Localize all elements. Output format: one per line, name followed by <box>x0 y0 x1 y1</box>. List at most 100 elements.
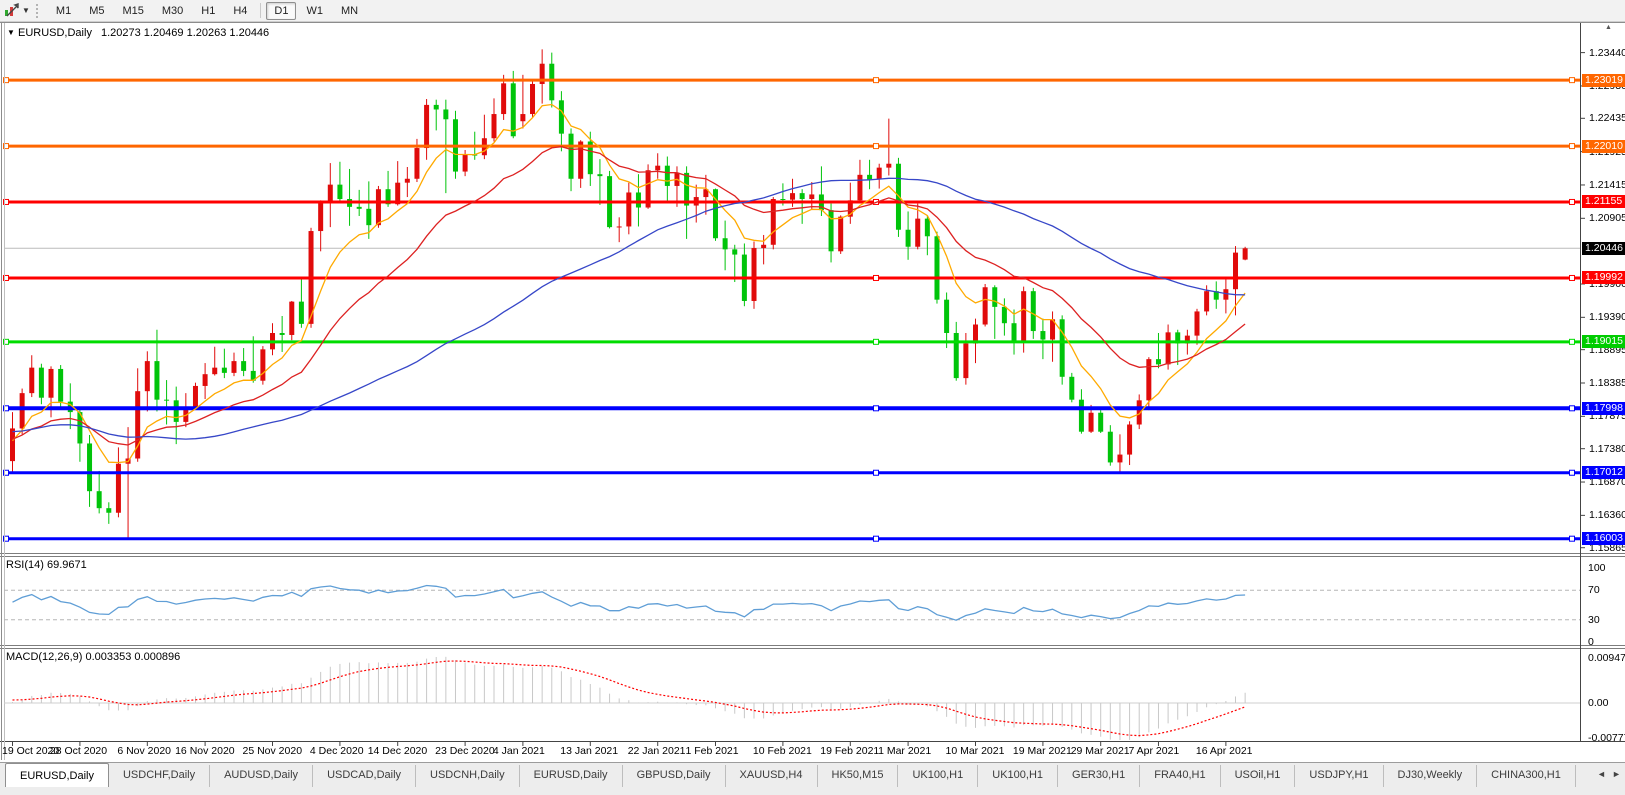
chart-tab-13[interactable]: USOil,H1 <box>1221 765 1296 787</box>
chart-tab-2[interactable]: AUDUSD,Daily <box>210 765 314 787</box>
candle-body <box>1204 291 1210 312</box>
timeframe-buttons: M1 M5 M15 M30 H1 H4 D1 W1 MN <box>47 1 367 20</box>
candle-body <box>934 236 940 300</box>
line-handle[interactable] <box>873 77 879 84</box>
candle-body <box>799 193 805 200</box>
line-handle[interactable] <box>1569 198 1575 205</box>
chart-tab-3[interactable]: USDCAD,Daily <box>313 765 417 787</box>
chart-tab-5[interactable]: EURUSD,Daily <box>520 765 623 787</box>
line-handle[interactable] <box>873 469 879 476</box>
timeframe-button-h4[interactable]: H4 <box>225 2 255 20</box>
candle-body <box>1233 252 1239 290</box>
line-handle[interactable] <box>873 338 879 345</box>
timeframe-button-m15[interactable]: M15 <box>114 2 151 20</box>
candle-body <box>1078 399 1084 432</box>
candle-body <box>1155 359 1161 365</box>
chart-cursor-icon[interactable] <box>3 2 21 19</box>
line-handle[interactable] <box>1569 535 1575 542</box>
chart-tab-4[interactable]: USDCNH,Daily <box>416 765 520 787</box>
candle-body <box>1040 331 1046 340</box>
candle-body <box>924 218 930 237</box>
line-handle[interactable] <box>873 274 879 281</box>
candle-body <box>770 199 776 245</box>
chart-tab-8[interactable]: HK50,M15 <box>818 765 899 787</box>
chart-tab-12[interactable]: FRA40,H1 <box>1140 765 1221 787</box>
chart-canvas <box>0 22 1625 760</box>
timeframe-button-m30[interactable]: M30 <box>154 2 191 20</box>
candle-body <box>1194 311 1200 336</box>
toolbar-separator <box>260 3 262 18</box>
candle-body <box>857 174 863 201</box>
candle-body <box>549 63 555 101</box>
tabs-scroll-right-icon[interactable]: ► <box>1612 769 1621 779</box>
candle-body <box>761 244 767 249</box>
line-handle[interactable] <box>1569 405 1575 412</box>
candle-body <box>616 226 622 228</box>
candle-body <box>462 154 468 172</box>
candle-body <box>356 206 362 209</box>
chart-tab-10[interactable]: UK100,H1 <box>978 765 1059 787</box>
chart-tab-16[interactable]: CHINA300,H1 <box>1477 765 1576 787</box>
candle-body <box>414 148 420 179</box>
candle-body <box>260 349 266 381</box>
line-handle[interactable] <box>873 143 879 150</box>
candle-body <box>558 100 564 134</box>
candle-body <box>202 374 208 386</box>
line-handle[interactable] <box>1569 77 1575 84</box>
candle-body <box>443 109 449 120</box>
candle-body <box>192 385 198 408</box>
chart-tab-7[interactable]: XAUUSD,H4 <box>726 765 818 787</box>
candle-body <box>886 163 892 168</box>
chevron-down-icon[interactable]: ▼ <box>22 6 30 15</box>
candle-body <box>953 333 959 379</box>
candle-body <box>144 361 150 392</box>
timeframe-button-h1[interactable]: H1 <box>193 2 223 20</box>
candle-body <box>212 367 218 375</box>
chart-tab-14[interactable]: USDJPY,H1 <box>1295 765 1384 787</box>
candle-body <box>1069 376 1075 400</box>
candle-body <box>664 165 670 186</box>
line-handle[interactable] <box>1569 338 1575 345</box>
candle-body <box>1088 412 1094 432</box>
timeframe-button-mn[interactable]: MN <box>333 2 366 20</box>
chart-tab-17[interactable]: U <box>1576 765 1585 787</box>
candle-body <box>115 463 121 513</box>
candle-body <box>404 178 410 183</box>
line-handle[interactable] <box>873 405 879 412</box>
timeframe-button-d1[interactable]: D1 <box>266 1 297 20</box>
candle-body <box>501 83 507 115</box>
candle-body <box>915 218 921 247</box>
candle-body <box>289 301 295 335</box>
line-handle[interactable] <box>1569 143 1575 150</box>
candle-body <box>1021 291 1027 343</box>
candle-body <box>626 192 632 227</box>
candle-body <box>38 367 44 398</box>
timeframe-toolbar: ▼ M1 M5 M15 M30 H1 H4 D1 W1 MN <box>0 0 1625 22</box>
candle-body <box>58 368 64 402</box>
candle-body <box>838 216 844 252</box>
candle-body <box>530 83 536 115</box>
candle-body <box>963 343 969 379</box>
candle-body <box>241 361 247 371</box>
chart-tab-6[interactable]: GBPUSD,Daily <box>623 765 726 787</box>
chart-tab-11[interactable]: GER30,H1 <box>1058 765 1141 787</box>
candle-body <box>1127 424 1133 455</box>
toolbar-grip[interactable] <box>35 3 41 18</box>
candle-body <box>337 184 343 200</box>
candle-body <box>905 229 911 247</box>
chart-tab-0[interactable]: EURUSD,Daily <box>5 763 109 787</box>
line-handle[interactable] <box>873 535 879 542</box>
chart-tab-9[interactable]: UK100,H1 <box>898 765 979 787</box>
timeframe-button-w1[interactable]: W1 <box>298 2 331 20</box>
line-handle[interactable] <box>1569 274 1575 281</box>
chart-tab-1[interactable]: USDCHF,Daily <box>109 765 211 787</box>
candle-body <box>722 238 728 250</box>
candle-body <box>29 367 35 394</box>
chart-tab-15[interactable]: DJ30,Weekly <box>1384 765 1478 787</box>
candle-body <box>366 208 372 226</box>
tabs-scroll-left-icon[interactable]: ◄ <box>1597 769 1606 779</box>
line-handle[interactable] <box>1569 469 1575 476</box>
timeframe-button-m5[interactable]: M5 <box>81 2 112 20</box>
timeframe-button-m1[interactable]: M1 <box>48 2 79 20</box>
candle-body <box>173 400 179 422</box>
